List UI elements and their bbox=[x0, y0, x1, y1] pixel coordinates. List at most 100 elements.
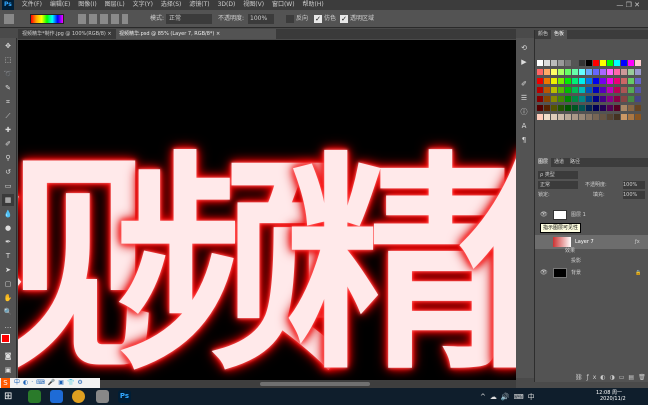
color-swatch[interactable] bbox=[537, 87, 543, 93]
color-swatch[interactable] bbox=[600, 78, 606, 84]
color-swatch[interactable] bbox=[586, 114, 592, 120]
menu-image[interactable]: 图像(I) bbox=[78, 1, 96, 8]
color-swatch[interactable] bbox=[600, 114, 606, 120]
menu-3d[interactable]: 3D(D) bbox=[218, 1, 236, 8]
color-swatch[interactable] bbox=[586, 78, 592, 84]
color-swatch[interactable] bbox=[593, 60, 599, 66]
photoshop-taskbar-icon[interactable]: Ps bbox=[118, 390, 131, 403]
scrollbar-thumb[interactable] bbox=[260, 382, 370, 386]
quick-mask-icon[interactable]: ◙ bbox=[2, 350, 14, 362]
color-swatch[interactable] bbox=[572, 78, 578, 84]
blur-tool-icon[interactable]: 💧 bbox=[2, 208, 14, 220]
eraser-tool-icon[interactable]: ▭ bbox=[2, 180, 14, 192]
color-swatch[interactable] bbox=[572, 114, 578, 120]
color-swatch[interactable] bbox=[544, 69, 550, 75]
visibility-eye-icon[interactable]: 👁 bbox=[540, 208, 548, 222]
color-swatch[interactable] bbox=[628, 69, 634, 75]
color-swatch[interactable] bbox=[558, 96, 564, 102]
menu-edit[interactable]: 编辑(E) bbox=[50, 1, 70, 8]
color-swatch[interactable] bbox=[579, 69, 585, 75]
color-swatch[interactable] bbox=[635, 78, 641, 84]
color-swatch[interactable] bbox=[544, 114, 550, 120]
document-canvas[interactable]: 视 频 精 住 bbox=[18, 40, 516, 380]
color-swatch[interactable] bbox=[551, 60, 557, 66]
brush-panel-icon[interactable]: ✐ bbox=[518, 78, 530, 90]
color-swatch[interactable] bbox=[621, 96, 627, 102]
color-swatch[interactable] bbox=[614, 105, 620, 111]
color-swatch[interactable] bbox=[628, 105, 634, 111]
color-swatch[interactable] bbox=[621, 60, 627, 66]
gradient-picker[interactable] bbox=[30, 14, 64, 24]
color-swatch[interactable] bbox=[551, 78, 557, 84]
tab-document-2[interactable]: 视频精华.psd @ 85% (Layer 7, RGB/8*) × bbox=[116, 29, 276, 39]
color-swatch[interactable] bbox=[551, 105, 557, 111]
color-swatch[interactable] bbox=[635, 114, 641, 120]
color-swatch[interactable] bbox=[565, 60, 571, 66]
ime-buttons[interactable]: 中◐·⌨🎤▣👕⚙ bbox=[14, 378, 86, 388]
color-swatch[interactable] bbox=[593, 96, 599, 102]
clone-stamp-tool-icon[interactable]: ⚲ bbox=[2, 152, 14, 164]
layer-opacity-input[interactable]: 100% bbox=[623, 181, 645, 189]
paragraph-panel-icon[interactable]: ¶ bbox=[518, 134, 530, 146]
crop-tool-icon[interactable]: ⌗ bbox=[2, 96, 14, 108]
menu-view[interactable]: 视图(V) bbox=[243, 1, 264, 8]
color-swatch[interactable] bbox=[551, 87, 557, 93]
ps-logo-icon[interactable]: Ps bbox=[2, 0, 14, 10]
type-tool-icon[interactable]: T bbox=[2, 250, 14, 262]
color-swatch[interactable] bbox=[600, 105, 606, 111]
color-swatch[interactable] bbox=[628, 60, 634, 66]
color-swatch[interactable] bbox=[572, 105, 578, 111]
color-swatch[interactable] bbox=[558, 87, 564, 93]
color-swatch[interactable] bbox=[607, 105, 613, 111]
app-icon-1[interactable] bbox=[28, 390, 41, 403]
color-swatch[interactable] bbox=[579, 78, 585, 84]
window-controls[interactable]: — ❐ ✕ bbox=[616, 0, 640, 10]
color-swatch[interactable] bbox=[635, 60, 641, 66]
path-select-tool-icon[interactable]: ➤ bbox=[2, 264, 14, 276]
transparency-checkbox[interactable]: ✓ bbox=[340, 15, 348, 23]
color-swatch[interactable] bbox=[607, 78, 613, 84]
marquee-tool-icon[interactable]: ⬚ bbox=[2, 54, 14, 66]
history-brush-tool-icon[interactable]: ↺ bbox=[2, 166, 14, 178]
color-swatch[interactable] bbox=[621, 69, 627, 75]
menu-window[interactable]: 窗口(W) bbox=[272, 1, 295, 8]
layer-row-1[interactable]: 👁 图层 1 bbox=[535, 208, 648, 222]
color-swatch[interactable] bbox=[628, 96, 634, 102]
dither-checkbox[interactable]: ✓ bbox=[314, 15, 322, 23]
windows-start-icon[interactable]: ⊞ bbox=[4, 390, 17, 403]
color-swatch[interactable] bbox=[614, 96, 620, 102]
layer-filter-kind[interactable]: ρ 类型 bbox=[538, 171, 578, 179]
color-swatch[interactable] bbox=[558, 60, 564, 66]
color-swatch[interactable] bbox=[628, 78, 634, 84]
swatches-grid[interactable] bbox=[537, 60, 647, 160]
eyedropper-tool-icon[interactable]: ⟋ bbox=[2, 110, 14, 122]
color-swatch[interactable] bbox=[537, 60, 543, 66]
color-swatch[interactable] bbox=[621, 105, 627, 111]
color-swatch[interactable] bbox=[537, 78, 543, 84]
quick-select-tool-icon[interactable]: ✎ bbox=[2, 82, 14, 94]
color-swatch[interactable] bbox=[572, 96, 578, 102]
color-swatch[interactable] bbox=[544, 60, 550, 66]
actions-panel-icon[interactable]: ▶ bbox=[518, 56, 530, 68]
tab-layers[interactable]: 图层 bbox=[535, 158, 552, 167]
color-swatch[interactable] bbox=[579, 60, 585, 66]
color-swatch[interactable] bbox=[614, 114, 620, 120]
color-swatch[interactable] bbox=[628, 87, 634, 93]
color-swatch[interactable] bbox=[586, 69, 592, 75]
color-swatch[interactable] bbox=[565, 96, 571, 102]
menu-file[interactable]: 文件(F) bbox=[22, 1, 42, 8]
hand-tool-icon[interactable]: ✋ bbox=[2, 292, 14, 304]
properties-panel-icon[interactable]: ☰ bbox=[518, 92, 530, 104]
color-swatch[interactable] bbox=[565, 69, 571, 75]
ime-toolbar[interactable]: S 中◐·⌨🎤▣👕⚙ bbox=[0, 378, 100, 388]
visibility-eye-icon[interactable]: 👁 bbox=[540, 266, 548, 280]
color-swatch[interactable] bbox=[635, 87, 641, 93]
color-swatch[interactable] bbox=[572, 69, 578, 75]
layer-row-background[interactable]: 👁 背景 🔒 bbox=[535, 266, 648, 280]
color-swatch[interactable] bbox=[537, 69, 543, 75]
color-swatch[interactable] bbox=[558, 114, 564, 120]
color-swatch[interactable] bbox=[586, 87, 592, 93]
color-swatch[interactable] bbox=[614, 87, 620, 93]
color-swatch[interactable] bbox=[537, 114, 543, 120]
color-swatch[interactable] bbox=[565, 78, 571, 84]
